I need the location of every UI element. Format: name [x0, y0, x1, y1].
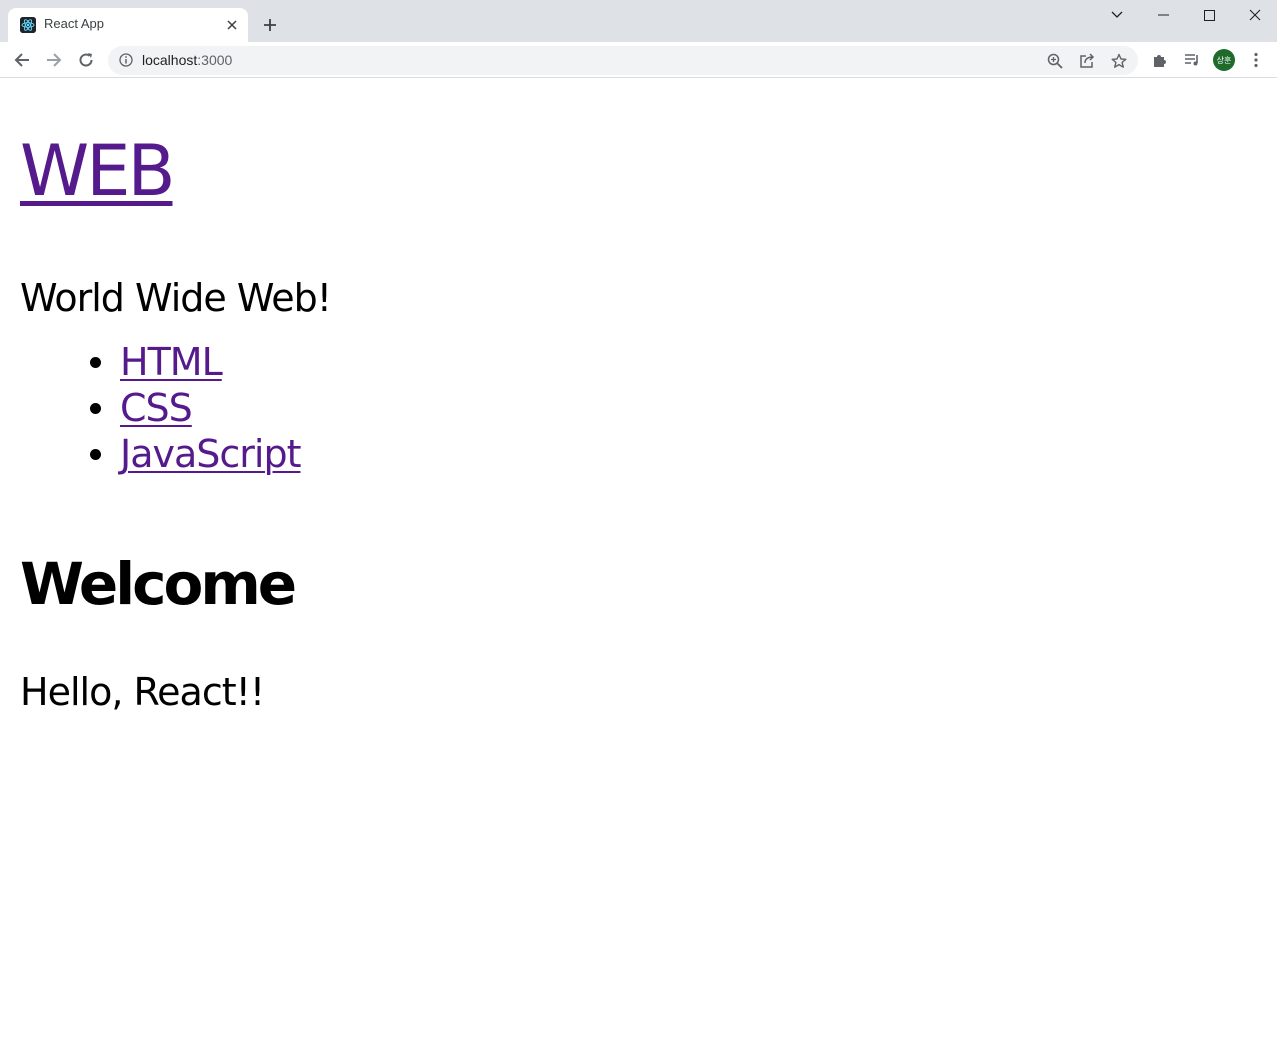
reload-icon[interactable] — [74, 48, 98, 72]
site-title-link[interactable]: WEB — [20, 130, 175, 212]
zoom-icon[interactable] — [1045, 51, 1065, 71]
maximize-icon[interactable] — [1194, 4, 1224, 26]
url-text[interactable]: localhost:3000 — [142, 52, 232, 68]
topic-link-javascript[interactable]: JavaScript — [120, 432, 301, 476]
forward-arrow-icon[interactable] — [42, 48, 66, 72]
close-tab-icon[interactable] — [224, 17, 240, 33]
tab-search-chevron-icon[interactable] — [1102, 4, 1132, 26]
site-info-icon[interactable] — [118, 52, 134, 68]
topic-list-item: CSS — [20, 385, 300, 431]
address-bar[interactable]: localhost:3000 — [108, 46, 1138, 75]
topic-nav: HTML CSS JavaScript — [20, 339, 301, 477]
minimize-icon[interactable] — [1148, 4, 1178, 26]
page-viewport: WEB World Wide Web! HTML CSS JavaScript … — [0, 79, 1277, 1037]
react-logo-icon — [20, 17, 36, 33]
profile-avatar[interactable]: 상훈 — [1213, 49, 1235, 71]
tab-title: React App — [44, 16, 104, 31]
browser-tab[interactable]: React App — [8, 8, 248, 42]
close-window-icon[interactable] — [1240, 4, 1270, 26]
topic-list-item: JavaScript — [20, 431, 301, 477]
tab-strip: React App — [0, 0, 1277, 42]
back-arrow-icon[interactable] — [10, 48, 34, 72]
article-title: Welcome — [20, 550, 297, 618]
browser-toolbar: localhost:3000 상훈 — [0, 42, 1277, 78]
article-body: Hello, React!! — [20, 670, 265, 714]
topic-link-css[interactable]: CSS — [120, 386, 193, 430]
share-icon[interactable] — [1077, 51, 1097, 71]
topic-list-item: HTML — [20, 339, 300, 385]
url-host: localhost — [142, 52, 198, 68]
site-title: WEB — [20, 121, 175, 221]
new-tab-icon[interactable] — [258, 13, 282, 37]
url-port: :3000 — [197, 52, 233, 68]
bookmark-star-icon[interactable] — [1109, 51, 1129, 71]
extensions-puzzle-icon[interactable] — [1148, 48, 1172, 72]
topic-link-html[interactable]: HTML — [120, 340, 223, 384]
topic-list: HTML CSS JavaScript — [20, 339, 301, 477]
site-subtitle: World Wide Web! — [20, 276, 332, 320]
menu-kebab-icon[interactable] — [1244, 48, 1268, 72]
media-queue-icon[interactable] — [1180, 48, 1204, 72]
